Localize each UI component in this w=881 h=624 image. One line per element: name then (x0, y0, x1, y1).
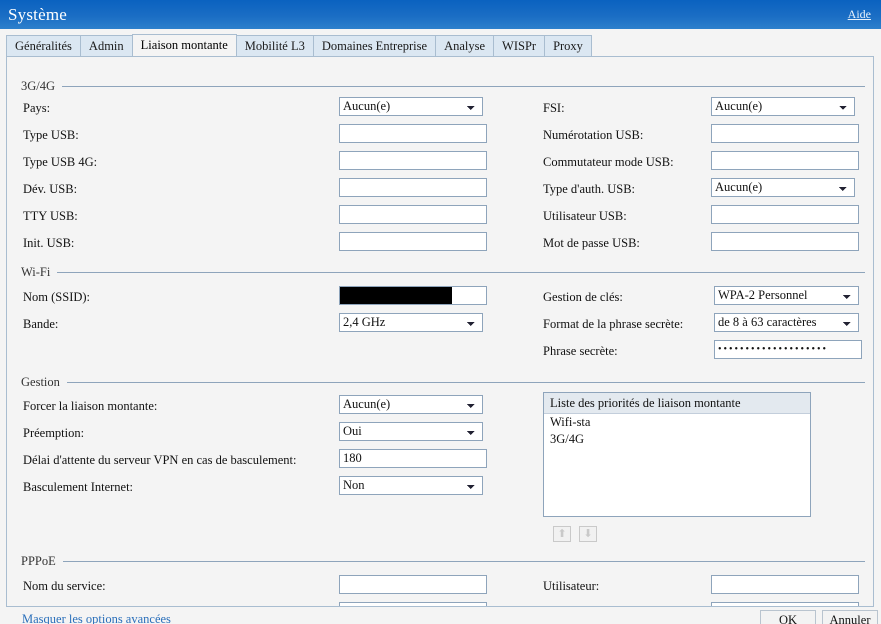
select-basculement-internet[interactable]: Non (339, 476, 483, 495)
section-rule (57, 271, 865, 273)
list-item[interactable]: 3G/4G (544, 431, 810, 448)
label-basculement-internet: Basculement Internet: (23, 480, 134, 494)
password-phrase-secrete[interactable]: •••••••••••••••••••• (714, 340, 862, 359)
label-nom-du-service: Nom du service: (23, 579, 106, 593)
tab-domaines-entreprise[interactable]: Domaines Entreprise (312, 35, 437, 56)
input-nom-ssid[interactable] (339, 286, 487, 305)
label-utilisateur: Utilisateur: (543, 579, 600, 593)
select-gestion-de-cles[interactable]: WPA-2 Personnel (714, 286, 859, 305)
input-utilisateur[interactable] (711, 575, 859, 594)
arrow-down-icon: ⬇ (583, 527, 593, 540)
label-mot-de-passe-usb: Mot de passe USB: (543, 236, 640, 250)
section-legend-label: Gestion (21, 374, 60, 389)
tab-bar: Généralités Admin Liaison montante Mobilité… (6, 34, 881, 56)
section-rule (66, 381, 865, 383)
input-pppoe-clipped-row[interactable] (711, 602, 859, 606)
tab-admin[interactable]: Admin (79, 35, 133, 56)
toggle-advanced-options-link[interactable]: Masquer les options avancées (22, 612, 171, 624)
label-numerotation-usb: Numérotation USB: (543, 128, 644, 142)
label-init-usb: Init. USB: (23, 236, 75, 250)
dialog-footer: Masquer les options avancées OK Annuler (0, 610, 881, 624)
label-type-usb: Type USB: (23, 128, 79, 142)
input-init-usb[interactable] (339, 232, 487, 251)
label-gestion-de-cles: Gestion de clés: (543, 290, 623, 304)
label-format-de-la-phrase-secrete: Format de la phrase secrète: (543, 317, 684, 331)
tab-wispr[interactable]: WISPr (493, 35, 546, 56)
ok-button[interactable]: OK (760, 610, 816, 624)
section-legend-label: 3G/4G (21, 78, 56, 93)
input-utilisateur-usb[interactable] (711, 205, 859, 224)
input-type-usb-4g[interactable] (339, 151, 487, 170)
label-fsi: FSI: (543, 101, 565, 115)
label-type-usb-4g: Type USB 4G: (23, 155, 98, 169)
label-bande: Bande: (23, 317, 59, 331)
select-fsi[interactable]: Aucun(e) (711, 97, 855, 116)
label-type-d-auth-usb: Type d'auth. USB: (543, 182, 635, 196)
section-legend-gestion: Gestion (21, 375, 865, 389)
input-numerotation-usb[interactable] (711, 124, 859, 143)
tab-analyse[interactable]: Analyse (435, 35, 495, 56)
input-pppoe-clipped-row[interactable] (339, 602, 487, 606)
page-title: Système (8, 5, 68, 24)
title-bar: Système Aide (0, 0, 881, 29)
tab-content-panel: 3G/4G Pays: Aucun(e) Type USB: Type USB 4G: D… (6, 56, 874, 607)
label-nom-ssid: Nom (SSID): (23, 290, 91, 304)
help-link[interactable]: Aide (848, 7, 871, 22)
section-rule (62, 85, 865, 87)
label-delai-d-attente-du-serveur-vpn-en-cas-de-bascu: Délai d'attente du serveur VPN en cas de… (23, 453, 297, 467)
section-legend-pppoe: PPPoE (21, 554, 865, 568)
label-preemption: Préemption: (23, 426, 85, 440)
tab-proxy[interactable]: Proxy (544, 35, 592, 56)
section-legend-label: PPPoE (21, 553, 56, 568)
input-dev-usb[interactable] (339, 178, 487, 197)
cancel-button[interactable]: Annuler (822, 610, 878, 624)
label-utilisateur-usb: Utilisateur USB: (543, 209, 627, 223)
move-down-button[interactable]: ⬇ (579, 526, 597, 542)
label-commutateur-mode-usb: Commutateur mode USB: (543, 155, 674, 169)
label-pays: Pays: (23, 101, 51, 115)
section-legend-wi-fi: Wi-Fi (21, 265, 865, 279)
select-bande[interactable]: 2,4 GHz (339, 313, 483, 332)
select-preemption[interactable]: Oui (339, 422, 483, 441)
select-pays[interactable]: Aucun(e) (339, 97, 483, 116)
listbox-header: Liste des priorités de liaison montante (544, 393, 810, 414)
label-forcer-la-liaison-montante: Forcer la liaison montante: (23, 399, 158, 413)
move-up-button[interactable]: ⬆ (553, 526, 571, 542)
input-tty-usb[interactable] (339, 205, 487, 224)
section-legend-label: Wi-Fi (21, 264, 51, 279)
select-type-d-auth-usb[interactable]: Aucun(e) (711, 178, 855, 197)
tab-liaison-montante[interactable]: Liaison montante (131, 34, 237, 56)
section-legend-3g-4g: 3G/4G (21, 79, 865, 93)
uplink-priority-listbox[interactable]: Liste des priorités de liaison montante W… (543, 392, 811, 517)
label-phrase-secrete: Phrase secrète: (543, 344, 618, 358)
section-rule (62, 560, 865, 562)
select-format-de-la-phrase-secrete[interactable]: de 8 à 63 caractères (714, 313, 859, 332)
label-dev-usb: Dév. USB: (23, 182, 78, 196)
system-settings-window: Système Aide Généralités Admin Liaison mon… (0, 0, 881, 624)
label-tty-usb: TTY USB: (23, 209, 78, 223)
tab-g-n-ralit-s[interactable]: Généralités (6, 35, 81, 56)
list-item[interactable]: Wifi-sta (544, 414, 810, 431)
tab-mobilit-l3[interactable]: Mobilité L3 (235, 35, 314, 56)
input-commutateur-mode-usb[interactable] (711, 151, 859, 170)
select-forcer-la-liaison-montante[interactable]: Aucun(e) (339, 395, 483, 414)
input-delai-d-attente-du-serveur-vpn-en-cas-de-bascu[interactable]: 180 (339, 449, 487, 468)
input-type-usb[interactable] (339, 124, 487, 143)
arrow-up-icon: ⬆ (557, 527, 567, 540)
form-area: 3G/4G Pays: Aucun(e) Type USB: Type USB 4G: D… (7, 57, 873, 606)
input-mot-de-passe-usb[interactable] (711, 232, 859, 251)
input-nom-du-service[interactable] (339, 575, 487, 594)
